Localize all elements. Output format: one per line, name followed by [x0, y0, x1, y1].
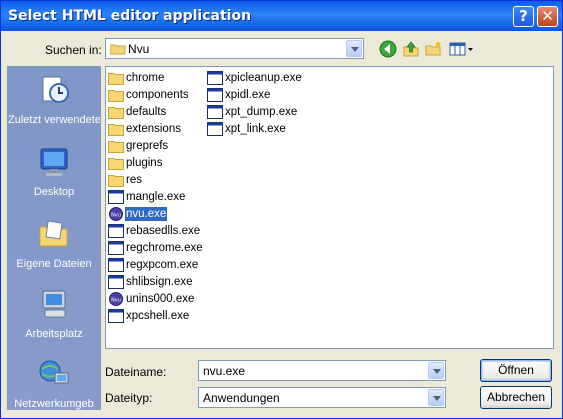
folder-icon: [110, 44, 126, 55]
file-name: defaults: [126, 106, 167, 118]
close-button[interactable]: ✕: [537, 6, 558, 27]
file-name: rebasedlls.exe: [126, 225, 201, 237]
place-recent[interactable]: Zuletzt verwendete D...: [8, 73, 100, 127]
file-list[interactable]: chrome components defaults extensions grepre…: [105, 66, 554, 349]
filetype-label: Dateityp:: [105, 391, 153, 405]
exe-file-icon: [108, 190, 124, 204]
filetype-combo[interactable]: Anwendungen: [198, 387, 446, 408]
nvu-app-icon: Nvu: [109, 292, 123, 306]
look-in-label: Suchen in:: [45, 43, 102, 57]
folder-icon: [108, 124, 124, 136]
file-name: res: [126, 174, 142, 186]
exe-file-icon: [207, 88, 223, 102]
place-label: Zuletzt verwendete D...: [8, 114, 100, 126]
look-in-combo[interactable]: Nvu: [105, 38, 364, 59]
place-label: Eigene Dateien: [16, 258, 92, 270]
filename-combo[interactable]: nvu.exe: [198, 360, 446, 381]
place-label: Desktop: [33, 186, 75, 198]
file-name: xpicleanup.exe: [225, 72, 302, 84]
file-name: mangle.exe: [126, 191, 186, 203]
file-name: plugins: [126, 157, 163, 169]
back-icon[interactable]: [378, 39, 398, 59]
filetype-value: Anwendungen: [203, 391, 280, 405]
exe-file-icon: [108, 309, 124, 323]
svg-text:Nvu: Nvu: [111, 298, 121, 304]
filename-dropdown-arrow[interactable]: [428, 362, 444, 379]
file-name: extensions: [126, 123, 181, 135]
exe-file-icon: [108, 275, 124, 289]
view-menu-icon[interactable]: [449, 39, 475, 59]
look-in-dropdown-arrow[interactable]: [346, 40, 362, 57]
place-label: Arbeitsplatz: [25, 328, 83, 340]
folder-icon: [108, 107, 124, 119]
window-title: Select HTML editor application: [8, 8, 252, 24]
my-computer-icon: [42, 290, 66, 318]
file-name: greprefs: [126, 140, 169, 152]
file-name: nvu.exe: [125, 207, 168, 221]
recent-documents-icon: [42, 76, 69, 103]
my-documents-icon: [39, 220, 68, 247]
new-folder-icon[interactable]: [424, 39, 444, 59]
folder-icon: [108, 175, 124, 187]
nvu-app-icon: Nvu: [109, 207, 123, 221]
folder-icon: [108, 73, 124, 85]
folder-icon: [108, 158, 124, 170]
place-my-computer[interactable]: Arbeitsplatz: [8, 287, 100, 341]
svg-text:Nvu: Nvu: [111, 213, 121, 219]
exe-file-icon: [108, 241, 124, 255]
file-name: regchrome.exe: [126, 242, 203, 254]
filetype-dropdown-arrow[interactable]: [428, 389, 444, 406]
exe-file-icon: [207, 105, 223, 119]
file-name: shlibsign.exe: [126, 276, 193, 288]
help-button[interactable]: ?: [513, 6, 534, 27]
folder-icon: [108, 141, 124, 153]
folder-icon: [108, 90, 124, 102]
file-dialog-window: Select HTML editor application ? ✕ Suche…: [0, 0, 563, 419]
exe-file-icon: [207, 122, 223, 136]
title-bar[interactable]: Select HTML editor application ? ✕: [1, 1, 562, 31]
file-name: xpt_dump.exe: [225, 106, 298, 118]
exe-file-icon: [108, 258, 124, 272]
exe-file-icon: [207, 71, 223, 85]
file-name: unins000.exe: [126, 293, 195, 305]
look-in-value: Nvu: [128, 42, 150, 56]
file-name: chrome: [126, 72, 165, 84]
cancel-button[interactable]: Abbrechen: [480, 386, 552, 409]
file-name: xpcshell.exe: [126, 310, 190, 322]
file-name: xpidl.exe: [225, 89, 271, 101]
file-name: components: [126, 89, 189, 101]
desktop-icon: [40, 148, 68, 176]
place-network[interactable]: Netzwerkumgeb: [8, 357, 100, 411]
place-my-documents[interactable]: Eigene Dateien: [8, 217, 100, 271]
file-name: regxpcom.exe: [126, 259, 199, 271]
place-label: Netzwerkumgeb: [14, 398, 94, 410]
filename-label: Dateiname:: [105, 365, 167, 379]
place-desktop[interactable]: Desktop: [8, 145, 100, 199]
exe-file-icon: [108, 224, 124, 238]
file-name: xpt_link.exe: [225, 123, 286, 135]
up-folder-icon[interactable]: [401, 39, 421, 59]
places-bar: Zuletzt verwendete D... Desktop Eigene D…: [7, 66, 101, 410]
network-icon: [39, 360, 69, 384]
open-button[interactable]: Öffnen: [480, 359, 552, 382]
filename-input[interactable]: nvu.exe: [203, 364, 245, 378]
